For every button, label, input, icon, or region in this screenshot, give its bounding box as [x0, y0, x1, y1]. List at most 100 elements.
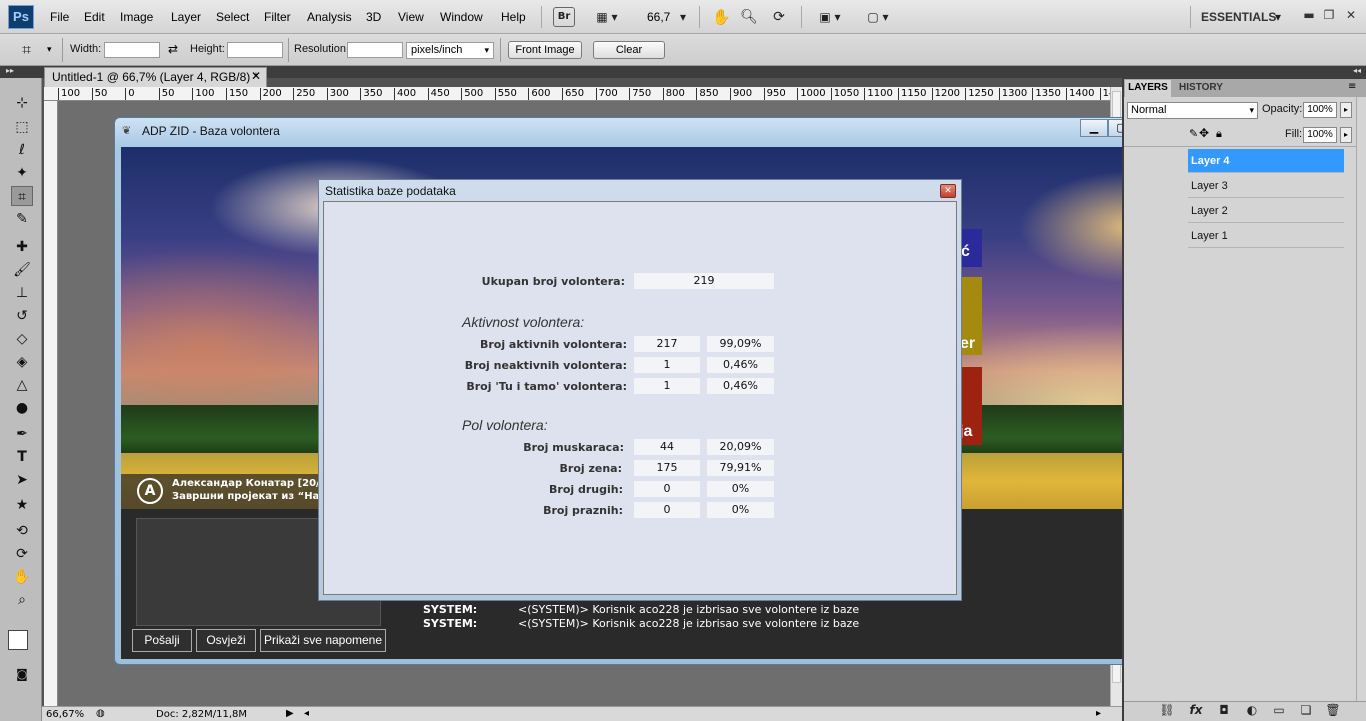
menu-3d[interactable]: 3D — [366, 10, 381, 24]
layer-row[interactable]: Layer 1 — [1188, 224, 1344, 248]
close-icon[interactable]: ✕ — [1342, 8, 1360, 24]
type-tool-icon[interactable]: T — [11, 447, 33, 467]
scroll-left-icon[interactable]: ◂ — [304, 708, 309, 719]
menu-tile[interactable]: ja — [959, 367, 982, 445]
minimize-icon[interactable]: ▁ — [1080, 119, 1108, 137]
collapse-icon[interactable]: ▸▸ — [6, 66, 14, 75]
fill-input[interactable]: 100% — [1303, 127, 1337, 143]
crop-tool-icon[interactable]: ⌗ — [11, 186, 33, 206]
lasso-tool-icon[interactable]: ℓ — [11, 140, 33, 160]
brush-tool-icon[interactable]: 🖌︎ — [11, 260, 33, 280]
menu-view[interactable]: View — [398, 10, 424, 24]
link-layers-icon[interactable]: ⛓ — [1158, 703, 1176, 719]
dodge-tool-icon[interactable]: ● — [11, 398, 33, 418]
layer-row[interactable]: Layer 2 — [1188, 199, 1344, 223]
front-image-button[interactable]: Front Image — [508, 41, 582, 59]
workspace-switcher[interactable]: ESSENTIALS — [1201, 10, 1276, 24]
hand-tool-icon[interactable]: ✋ — [11, 567, 33, 587]
magic-wand-icon[interactable]: ✦ — [11, 163, 33, 183]
collapse-icon[interactable]: ◂◂ — [1353, 66, 1361, 75]
status-zoom[interactable]: 66,67% — [46, 709, 84, 720]
arrange-documents-icon[interactable]: ▣ ▾ — [812, 7, 848, 27]
hand-tool-icon[interactable]: ✋ — [711, 7, 731, 27]
eyedropper-icon[interactable]: ✎ — [11, 209, 33, 229]
status-menu-icon[interactable]: ▶ — [286, 708, 294, 719]
layer-row[interactable]: Layer 3 — [1188, 174, 1344, 198]
blend-mode-select[interactable]: Normal ▾ — [1127, 102, 1258, 119]
delete-layer-icon[interactable]: 🗑︎ — [1324, 703, 1342, 719]
refresh-button[interactable]: Osvježi — [196, 629, 256, 652]
menu-select[interactable]: Select — [216, 10, 249, 24]
3d-rotate-icon[interactable]: ⟲ — [11, 521, 33, 541]
height-input[interactable] — [227, 42, 283, 58]
chevron-down-icon[interactable]: ▾ — [47, 45, 52, 55]
screen-mode-icon[interactable]: ▢ ▾ — [860, 7, 896, 27]
close-icon[interactable]: ✕ — [940, 184, 956, 198]
lock-pixels-icon[interactable]: ✎ — [1189, 127, 1198, 140]
panel-menu-icon[interactable]: ≡ — [1348, 81, 1356, 92]
chevron-down-icon[interactable]: ▾ — [677, 7, 689, 27]
width-input[interactable] — [104, 42, 160, 58]
3d-orbit-icon[interactable]: ⟳ — [11, 544, 33, 564]
menu-tile[interactable]: er — [959, 277, 982, 355]
lock-all-icon[interactable]: 🔒︎ — [1216, 127, 1222, 141]
rotate-view-icon[interactable]: ⟳ — [769, 7, 789, 27]
path-selection-icon[interactable]: ➤ — [11, 470, 33, 490]
swap-icon[interactable]: ⇄ — [168, 42, 178, 56]
zoom-tool-icon[interactable]: 🔍︎ — [739, 7, 759, 27]
quick-mask-icon[interactable]: ◙ — [11, 664, 33, 684]
zoom-level[interactable]: 66,7 — [647, 10, 670, 24]
minimize-icon[interactable]: ▬ — [1300, 8, 1318, 24]
menu-help[interactable]: Help — [501, 10, 526, 24]
bridge-button[interactable]: Br — [553, 7, 575, 27]
eraser-icon[interactable]: ◇ — [11, 329, 33, 349]
zoom-tool-icon[interactable]: ⌕ — [11, 590, 33, 610]
mini-bridge-icon[interactable]: ▦ ▾ — [589, 7, 625, 27]
new-layer-icon[interactable]: ❏ — [1297, 703, 1315, 719]
crop-tool-icon[interactable]: ⌗ — [22, 40, 31, 60]
show-notes-button[interactable]: Prikaži sve napomene — [260, 629, 386, 652]
opacity-input[interactable]: 100% — [1303, 102, 1337, 118]
status-info-icon[interactable]: ◍ — [96, 708, 105, 719]
foreground-color-swatch[interactable] — [8, 630, 28, 650]
move-tool-icon[interactable]: ⊹ — [11, 93, 33, 113]
fill-slider-toggle[interactable]: ▸ — [1340, 127, 1352, 143]
chevron-down-icon[interactable]: ▾ — [1272, 7, 1284, 27]
new-group-icon[interactable]: ▭ — [1270, 703, 1288, 719]
menu-image[interactable]: Image — [120, 10, 153, 24]
menu-file[interactable]: File — [50, 10, 69, 24]
menu-layer[interactable]: Layer — [171, 10, 201, 24]
tab-history[interactable]: HISTORY — [1173, 80, 1229, 97]
history-brush-icon[interactable]: ↺ — [11, 306, 33, 326]
blur-tool-icon[interactable]: △ — [11, 375, 33, 395]
pen-tool-icon[interactable]: ✒ — [11, 424, 33, 444]
layer-row-selected[interactable]: Layer 4 — [1188, 149, 1344, 173]
units-select[interactable]: pixels/inch ▾ — [406, 42, 494, 59]
layers-scrollbar[interactable] — [1356, 97, 1366, 701]
adjustment-layer-icon[interactable]: ◐ — [1243, 703, 1261, 719]
shape-tool-icon[interactable]: ★ — [11, 495, 33, 515]
send-button[interactable]: Pošalji — [132, 629, 192, 652]
scroll-right-icon[interactable]: ▸ — [1096, 708, 1101, 719]
menu-edit[interactable]: Edit — [84, 10, 105, 24]
healing-brush-icon[interactable]: ✚ — [11, 237, 33, 257]
tab-layers[interactable]: LAYERS — [1125, 80, 1171, 97]
clear-button[interactable]: Clear — [593, 41, 665, 59]
menu-filter[interactable]: Filter — [264, 10, 291, 24]
paint-bucket-icon[interactable]: ◈ — [11, 352, 33, 372]
ruler-label: 1250 — [965, 88, 994, 100]
ruler-label: 1000 — [797, 88, 826, 100]
menu-window[interactable]: Window — [440, 10, 483, 24]
menu-analysis[interactable]: Analysis — [307, 10, 352, 24]
layer-style-icon[interactable]: fx — [1187, 703, 1205, 719]
menu-tile[interactable]: ć — [959, 229, 982, 267]
document-tab[interactable]: Untitled-1 @ 66,7% (Layer 4, RGB/8) * — [44, 67, 267, 87]
close-icon[interactable]: ✕ — [251, 69, 261, 83]
restore-icon[interactable]: ❐ — [1320, 8, 1338, 24]
lock-position-icon[interactable]: ✥ — [1199, 126, 1209, 140]
opacity-slider-toggle[interactable]: ▸ — [1340, 102, 1352, 118]
clone-stamp-icon[interactable]: ⊥ — [11, 283, 33, 303]
resolution-input[interactable] — [347, 42, 403, 58]
layer-mask-icon[interactable]: ◘ — [1215, 703, 1233, 719]
marquee-tool-icon[interactable]: ⬚ — [11, 117, 33, 137]
